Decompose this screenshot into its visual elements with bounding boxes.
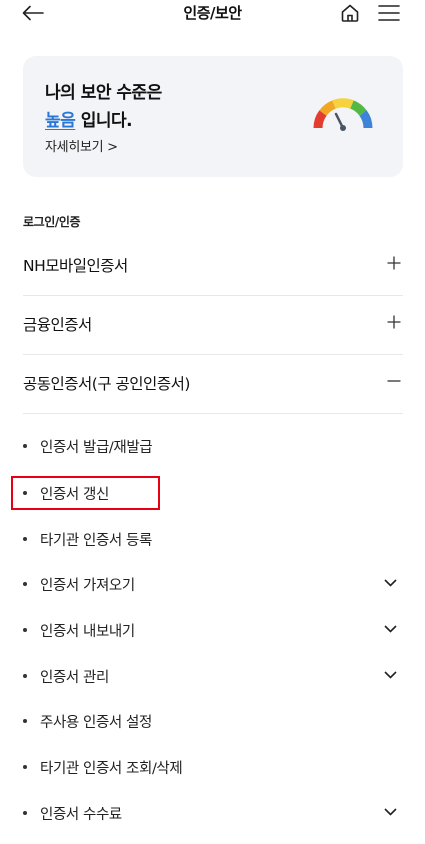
plus-icon[interactable]: [387, 315, 401, 329]
detail-link[interactable]: 자세히보기 >: [45, 136, 118, 155]
section-label: 로그인/인증: [23, 215, 81, 229]
accordion-label: 금융인증서: [23, 316, 92, 334]
sub-item-label: 인증서 관리: [40, 670, 109, 686]
sub-item-label: 인증서 내보내기: [40, 624, 135, 640]
sub-item-import-certificate[interactable]: 인증서 가져오기: [23, 565, 403, 605]
accordion-joint-certificate[interactable]: 공동인증서(구 공인인증서): [23, 355, 403, 414]
sub-item-register-other-certificate[interactable]: 타기관 인증서 등록: [23, 520, 403, 560]
sub-item-manage-certificate[interactable]: 인증서 관리: [23, 657, 403, 697]
home-button[interactable]: [338, 0, 362, 26]
accordion-financial-certificate[interactable]: 금융인증서: [23, 296, 403, 355]
bullet: [23, 765, 27, 769]
security-level-heading: 나의 보안 수준은: [45, 83, 162, 103]
bullet: [23, 674, 27, 678]
sub-item-label: 주사용 인증서 설정: [40, 715, 152, 731]
chevron-down-icon: [384, 671, 397, 679]
sub-item-certificate-fee[interactable]: 인증서 수수료: [23, 794, 403, 834]
security-level-card[interactable]: 나의 보안 수준은 높음 입니다. 자세히보기 >: [23, 56, 403, 177]
accordion-nh-mobile-certificate[interactable]: NH모바일인증서: [23, 237, 403, 296]
accordion-label: 공동인증서(구 공인인증서): [23, 375, 190, 393]
chevron-down-icon: [384, 579, 397, 587]
bullet: [23, 537, 27, 541]
security-level-value-line: 높음 입니다.: [45, 106, 133, 131]
top-header: 인증/보안: [0, 0, 425, 30]
plus-icon[interactable]: [387, 256, 401, 270]
highlight-box: [11, 476, 160, 510]
sub-item-label: 인증서 발급/재발급: [40, 440, 153, 456]
chevron-down-icon: [384, 625, 397, 633]
sub-item-label: 인증서 가져오기: [40, 578, 135, 594]
menu-button[interactable]: [376, 0, 402, 26]
sub-item-label: 타기관 인증서 등록: [40, 533, 152, 549]
bullet: [23, 444, 27, 448]
minus-icon[interactable]: [387, 374, 401, 388]
sub-item-label: 타기관 인증서 조회/삭제: [40, 761, 183, 777]
bullet: [23, 582, 27, 586]
home-icon: [341, 4, 359, 22]
security-level-value: 높음: [45, 111, 76, 131]
bullet: [23, 628, 27, 632]
bullet: [23, 811, 27, 815]
accordion-label: NH모바일인증서: [23, 257, 128, 275]
chevron-down-icon: [384, 808, 397, 816]
sub-item-issue-certificate[interactable]: 인증서 발급/재발급: [23, 427, 403, 467]
security-gauge-icon: [313, 98, 373, 131]
sub-item-lookup-delete-other-certificate[interactable]: 타기관 인증서 조회/삭제: [23, 748, 403, 788]
sub-item-label: 인증서 수수료: [40, 807, 122, 823]
security-level-suffix: 입니다.: [75, 111, 133, 131]
sub-item-primary-certificate-setting[interactable]: 주사용 인증서 설정: [23, 702, 403, 742]
hamburger-menu-icon: [378, 5, 400, 21]
sub-item-export-certificate[interactable]: 인증서 내보내기: [23, 611, 403, 651]
bullet: [23, 719, 27, 723]
